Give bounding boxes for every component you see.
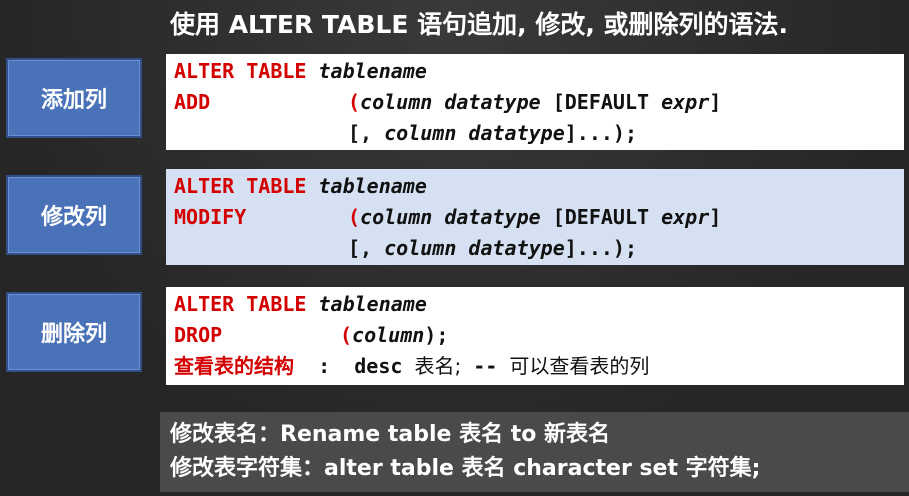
code-line: ALTER TABLE tablename — [174, 171, 904, 202]
desc-command: desc — [354, 354, 403, 378]
code-line: DROP (column); — [174, 320, 904, 351]
column-datatype: column datatype — [360, 205, 541, 229]
code-line: MODIFY (column datatype [DEFAULT expr] — [174, 202, 904, 233]
column-datatype: column datatype — [384, 236, 565, 260]
page-title: 使用 ALTER TABLE 语句追加, 修改, 或删除列的语法. — [170, 10, 789, 39]
paren: ( — [348, 90, 361, 114]
default-keyword: [DEFAULT — [552, 205, 650, 229]
column-datatype: column datatype — [384, 121, 565, 145]
comment-text: 可以查看表的列 — [509, 354, 650, 378]
keyword: ALTER TABLE — [174, 174, 307, 198]
drop-column-code: ALTER TABLE tablename DROP (column); 查看表… — [166, 287, 904, 385]
comment-marker: -- — [473, 354, 498, 378]
expr: expr — [661, 90, 710, 114]
add-column-code: ALTER TABLE tablename ADD (column dataty… — [166, 54, 904, 150]
bracket: ]...); — [564, 236, 638, 260]
code-line: [, column datatype]...); — [174, 233, 904, 264]
keyword: ADD — [174, 90, 211, 114]
colon: : — [318, 354, 331, 378]
code-line: ADD (column datatype [DEFAULT expr] — [174, 87, 904, 118]
bracket: ] — [709, 90, 722, 114]
bracket: [, — [348, 121, 373, 145]
column: column — [352, 323, 425, 347]
keyword: DROP — [174, 323, 223, 347]
keyword: ALTER TABLE — [174, 59, 307, 83]
modify-column-code: ALTER TABLE tablename MODIFY (column dat… — [166, 169, 904, 265]
paren: ( — [340, 323, 353, 347]
keyword: MODIFY — [174, 205, 247, 229]
column-spec: (column datatype [DEFAULT expr] — [348, 87, 721, 118]
expr: expr — [661, 205, 710, 229]
bracket: ] — [709, 205, 722, 229]
modify-column-label: 修改列 — [6, 175, 142, 255]
code-line: 查看表的结构 : desc 表名; -- 可以查看表的列 — [174, 351, 904, 382]
add-column-label: 添加列 — [6, 58, 142, 138]
table-name-cjk: 表名; — [414, 354, 462, 378]
code-line: ALTER TABLE tablename — [174, 289, 904, 320]
column-spec: (column); — [340, 320, 448, 351]
bracket: ]...); — [564, 121, 638, 145]
column-spec-more: [, column datatype]...); — [348, 118, 637, 149]
keyword: ALTER TABLE — [174, 292, 307, 316]
default-keyword: [DEFAULT — [552, 90, 650, 114]
desc-note-label: 查看表的结构 — [174, 354, 294, 378]
column-spec-more: [, column datatype]...); — [348, 233, 637, 264]
table-name: tablename — [318, 292, 427, 316]
drop-column-label: 删除列 — [6, 292, 142, 372]
code-line: [, column datatype]...); — [174, 118, 904, 149]
table-name: tablename — [318, 59, 427, 83]
charset-note: 修改表字符集：alter table 表名 character set 字符集; — [170, 456, 761, 481]
rename-table-note: 修改表名：Rename table 表名 to 新表名 — [170, 422, 611, 447]
table-name: tablename — [318, 174, 427, 198]
paren: ( — [348, 205, 361, 229]
bracket: [, — [348, 236, 373, 260]
paren: ); — [424, 323, 449, 347]
footer-notes: 修改表名：Rename table 表名 to 新表名 修改表字符集：alter… — [160, 412, 909, 492]
code-line: ALTER TABLE tablename — [174, 56, 904, 87]
column-spec: (column datatype [DEFAULT expr] — [348, 202, 721, 233]
column-datatype: column datatype — [360, 90, 541, 114]
